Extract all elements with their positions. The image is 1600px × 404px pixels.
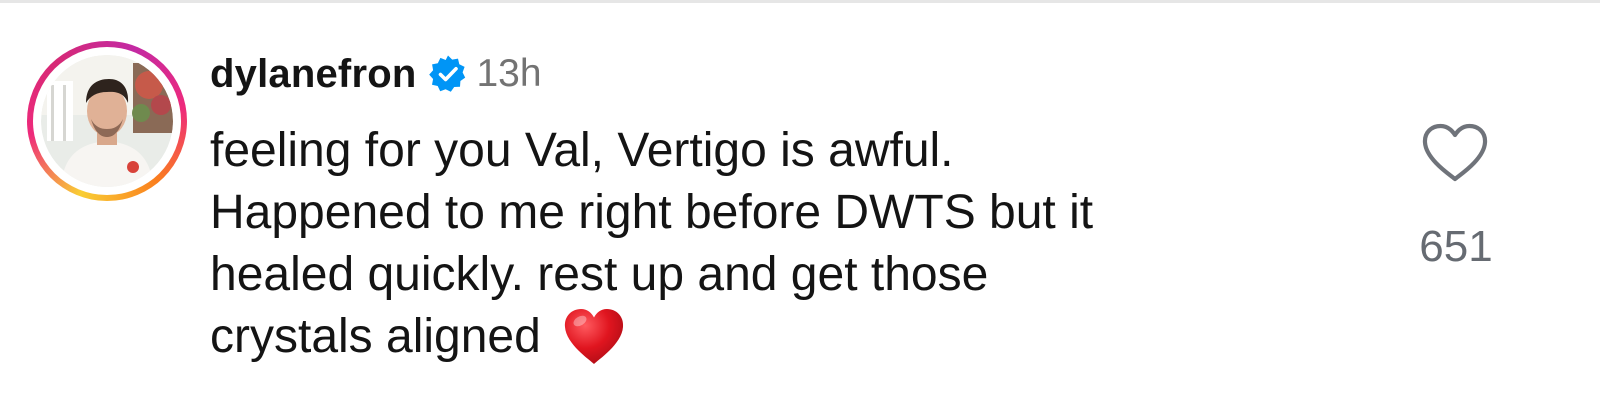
avatar-story-ring[interactable] (27, 41, 187, 201)
avatar-ring-gap (33, 47, 181, 195)
comment-line-last: crystals aligned (210, 306, 1360, 368)
verified-badge-icon (429, 55, 466, 92)
comment-text: feeling for you Val, Vertigo is awful. H… (210, 120, 1360, 368)
timestamp: 13h (476, 52, 542, 95)
comment-line: healed quickly. rest up and get those (210, 248, 989, 301)
comment-line: feeling for you Val, Vertigo is awful. (210, 124, 954, 177)
comment-header: dylanefron 13h (210, 50, 542, 98)
comment-line-text: crystals aligned (210, 310, 541, 363)
avatar[interactable] (41, 55, 173, 187)
username[interactable]: dylanefron (210, 52, 416, 97)
comment: dylanefron 13h feeling for you Val, Vert… (0, 0, 1600, 404)
like-count: 651 (1419, 222, 1493, 271)
comment-line: Happened to me right before DWTS but it (210, 186, 1094, 239)
red-heart-emoji (564, 309, 623, 364)
heart-outline-icon[interactable] (1421, 123, 1489, 183)
